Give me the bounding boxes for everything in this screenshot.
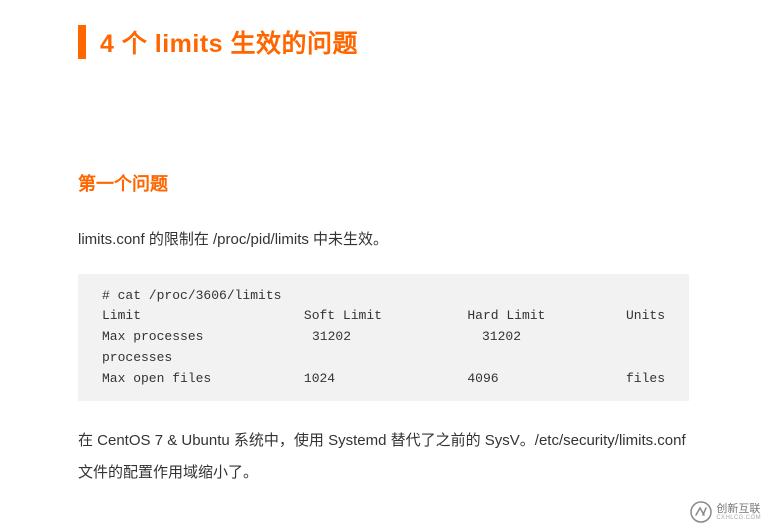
code-command-line: # cat /proc/3606/limits: [102, 286, 665, 307]
intro-paragraph: limits.conf 的限制在 /proc/pid/limits 中未生效。: [78, 224, 689, 256]
article-page: 4 个 limits 生效的问题 第一个问题 limits.conf 的限制在 …: [0, 0, 767, 488]
code-cell-limit: Max processes: [102, 327, 312, 348]
code-cell-softlimit: 1024: [304, 369, 467, 390]
code-header-hardlimit: Hard Limit: [467, 306, 626, 327]
code-command: # cat /proc/3606/limits: [102, 286, 281, 307]
code-cell-hardlimit: 31202: [482, 327, 647, 348]
page-title: 4 个 limits 生效的问题: [100, 24, 358, 60]
code-cell-softlimit: 31202: [312, 327, 482, 348]
watermark-logo-icon: [690, 501, 712, 523]
code-cell-units: [647, 327, 665, 348]
code-data-row: Max processes 31202 31202: [102, 327, 665, 348]
code-header-row: Limit Soft Limit Hard Limit Units: [102, 306, 665, 327]
code-cell-units-wrapped: processes: [102, 348, 312, 369]
code-cell-hardlimit: 4096: [467, 369, 626, 390]
code-cell-limit: Max open files: [102, 369, 304, 390]
code-cell-units: files: [626, 369, 665, 390]
title-accent-bar: [78, 25, 86, 59]
title-block: 4 个 limits 生效的问题: [78, 24, 689, 60]
code-block: # cat /proc/3606/limits Limit Soft Limit…: [78, 274, 689, 402]
code-header-limit: Limit: [102, 306, 304, 327]
code-header-softlimit: Soft Limit: [304, 306, 467, 327]
code-data-row: Max open files 1024 4096 files: [102, 369, 665, 390]
watermark-brand: 创新互联: [716, 503, 760, 515]
watermark-text: 创新互联 CXHLCG.COM: [716, 503, 761, 522]
code-data-row-wrap: processes: [102, 348, 665, 369]
watermark-sub: CXHLCG.COM: [716, 515, 761, 522]
outro-paragraph: 在 CentOS 7 & Ubuntu 系统中，使用 Systemd 替代了之前…: [78, 425, 689, 488]
watermark: 创新互联 CXHLCG.COM: [690, 501, 761, 523]
code-header-units: Units: [626, 306, 665, 327]
section-subheading: 第一个问题: [78, 170, 689, 196]
